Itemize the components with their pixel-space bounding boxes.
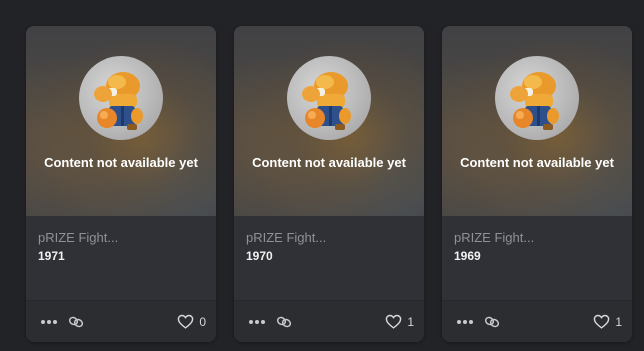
card-title[interactable]: pRIZE Fight... [454, 230, 620, 246]
content-unavailable-label: Content not available yet [252, 155, 406, 170]
card-info: pRIZE Fight... 1969 [442, 216, 632, 300]
link-icon[interactable] [276, 316, 292, 328]
nft-card[interactable]: Content not available yet pRIZE Fight...… [26, 26, 216, 342]
like-button[interactable]: 1 [385, 314, 414, 329]
like-count: 0 [199, 314, 206, 329]
heart-icon [386, 314, 402, 329]
like-button[interactable]: 1 [593, 314, 622, 329]
like-button[interactable]: 0 [177, 314, 206, 329]
card-footer: 1 [234, 300, 424, 342]
link-icon[interactable] [484, 316, 500, 328]
more-dots-icon[interactable] [456, 319, 474, 325]
card-edition: 1970 [246, 249, 273, 263]
collection-avatar [79, 56, 163, 140]
nft-card[interactable]: Content not available yet pRIZE Fight...… [442, 26, 632, 342]
nft-card-grid: Content not available yet pRIZE Fight...… [0, 0, 644, 351]
card-edition: 1971 [38, 249, 65, 263]
nft-card[interactable]: Content not available yet pRIZE Fight...… [234, 26, 424, 342]
heart-icon [594, 314, 610, 329]
card-title[interactable]: pRIZE Fight... [38, 230, 204, 246]
like-count: 1 [615, 314, 622, 329]
card-edition: 1969 [454, 249, 481, 263]
card-footer: 0 [26, 300, 216, 342]
collection-avatar [287, 56, 371, 140]
content-unavailable-label: Content not available yet [44, 155, 198, 170]
card-info: pRIZE Fight... 1971 [26, 216, 216, 300]
collection-avatar [495, 56, 579, 140]
card-media[interactable]: Content not available yet [234, 26, 424, 216]
card-info: pRIZE Fight... 1970 [234, 216, 424, 300]
card-title[interactable]: pRIZE Fight... [246, 230, 412, 246]
card-media[interactable]: Content not available yet [442, 26, 632, 216]
heart-icon [178, 314, 194, 329]
card-media[interactable]: Content not available yet [26, 26, 216, 216]
content-unavailable-label: Content not available yet [460, 155, 614, 170]
card-footer: 1 [442, 300, 632, 342]
more-dots-icon[interactable] [248, 319, 266, 325]
like-count: 1 [407, 314, 414, 329]
link-icon[interactable] [68, 316, 84, 328]
more-dots-icon[interactable] [40, 319, 58, 325]
